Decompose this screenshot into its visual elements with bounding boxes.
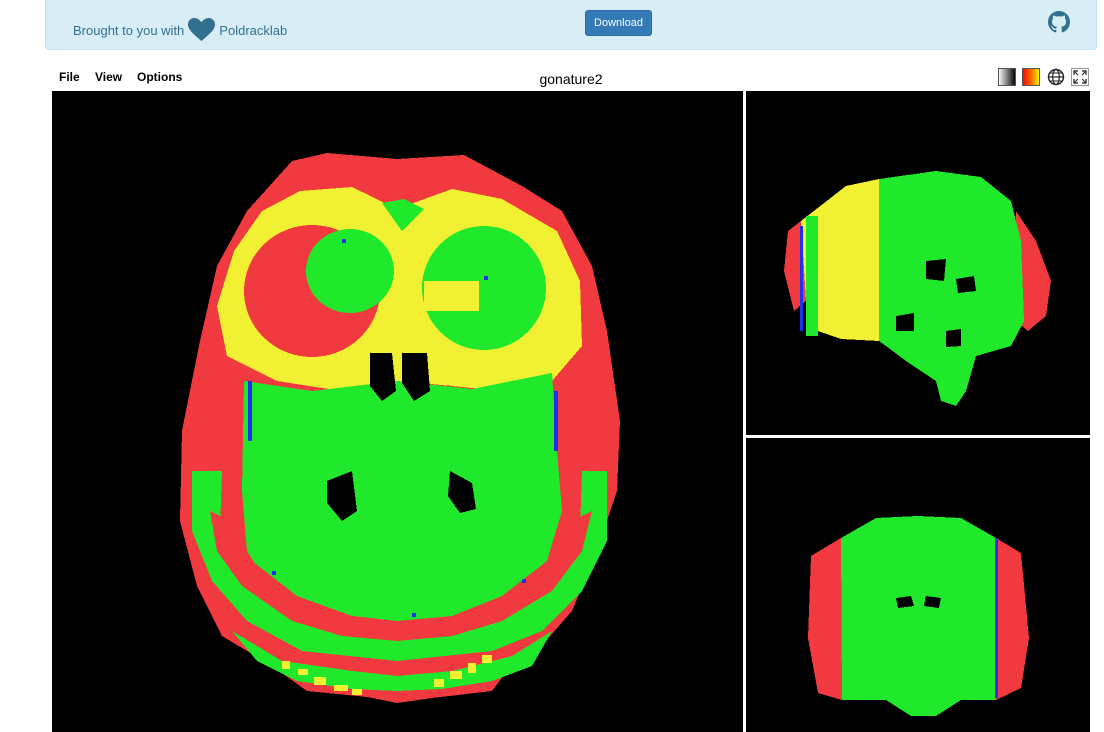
top-banner: Brought to you with Poldracklab Download [45,0,1097,50]
globe-icon[interactable] [1047,68,1065,86]
viewer-menubar: File View Options gonature2 [52,66,1090,90]
credit-prefix: Brought to you with [73,22,185,38]
poldracklab-link[interactable]: Poldracklab [219,23,287,38]
brain-viewer [52,91,1090,732]
sagittal-view[interactable] [746,91,1090,435]
coronal-view[interactable] [746,438,1090,732]
grayscale-colormap-icon[interactable] [998,68,1016,86]
fullscreen-icon[interactable] [1071,68,1089,86]
axial-view[interactable] [52,91,743,732]
download-button[interactable]: Download [585,10,652,36]
github-icon[interactable] [1048,11,1070,33]
hot-colormap-icon[interactable] [1022,68,1040,86]
credit-text: Brought to you with Poldracklab [73,18,287,42]
heart-icon [188,18,216,42]
image-title: gonature2 [539,71,603,87]
